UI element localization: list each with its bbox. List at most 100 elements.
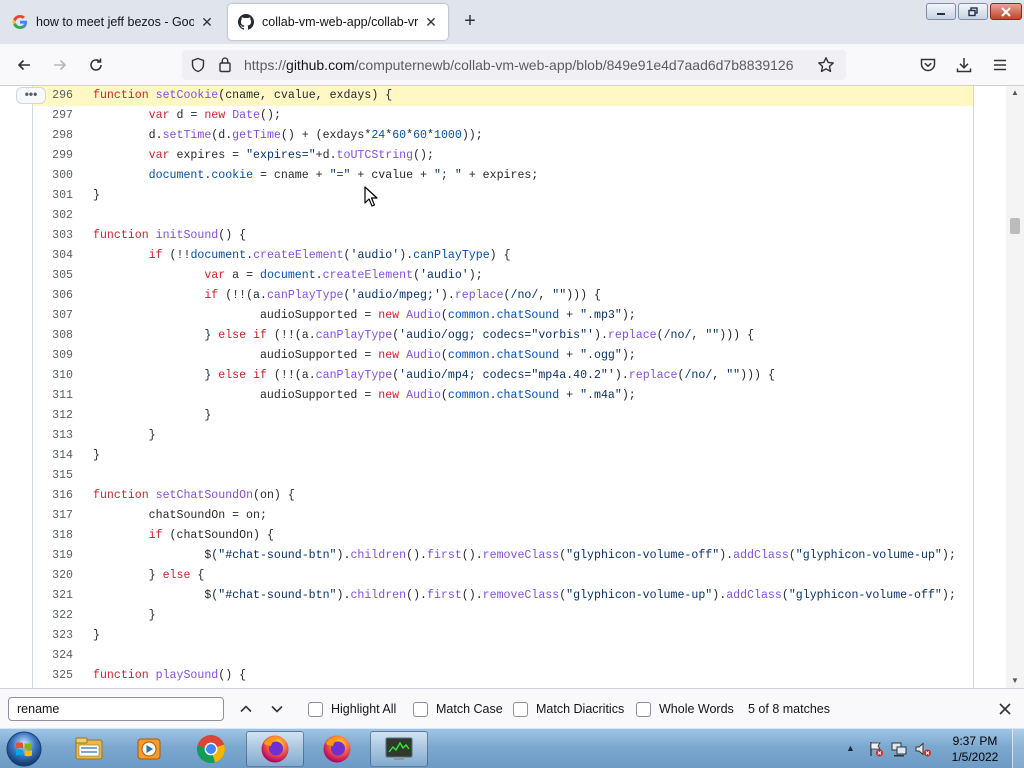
line-number[interactable]: 308 [33, 326, 73, 346]
line-number[interactable]: 324 [33, 646, 73, 666]
back-icon[interactable] [10, 51, 38, 79]
mouse-cursor-icon [364, 186, 378, 207]
scroll-up-icon[interactable]: ▲ [1009, 88, 1021, 98]
taskbar-firefox-2[interactable] [308, 731, 366, 767]
close-tab-icon[interactable]: ✕ [422, 13, 440, 31]
code-line: 324 [33, 646, 973, 666]
line-number[interactable]: 318 [33, 526, 73, 546]
line-code: $("#chat-sound-btn").children().first().… [93, 549, 956, 562]
network-icon[interactable] [890, 740, 908, 761]
downloads-icon[interactable] [950, 51, 978, 79]
line-number[interactable]: 320 [33, 566, 73, 586]
line-number[interactable]: 314 [33, 446, 73, 466]
tab-strip: how to meet jeff bezos - Google ✕ collab… [0, 0, 1024, 44]
line-number[interactable]: 302 [33, 206, 73, 226]
firefox-icon [323, 735, 351, 763]
code-line: 302 [33, 206, 973, 226]
clock-time[interactable]: 9:37 PM [952, 734, 998, 748]
code-line: 312 } [33, 406, 973, 426]
line-number[interactable]: 316 [33, 486, 73, 506]
find-input[interactable] [8, 697, 224, 721]
line-number[interactable]: 313 [33, 426, 73, 446]
close-find-bar-icon[interactable] [994, 698, 1016, 720]
volume-muted-icon[interactable] [914, 740, 932, 761]
new-tab-icon[interactable]: + [458, 10, 482, 34]
line-number[interactable]: 309 [33, 346, 73, 366]
taskbar-explorer[interactable] [60, 731, 118, 767]
tab-github-file[interactable]: collab-vm-web-app/collab-vm ✕ [228, 4, 448, 40]
tracking-protection-shield-icon[interactable] [190, 57, 206, 76]
line-number[interactable]: 299 [33, 146, 73, 166]
line-number[interactable]: 297 [33, 106, 73, 126]
url-text[interactable]: https://github.com/computernewb/collab-v… [244, 57, 804, 73]
show-desktop-button[interactable] [1012, 729, 1024, 768]
start-button[interactable] [4, 730, 44, 768]
match-diacritics-checkbox[interactable]: Match Diacritics [513, 700, 624, 718]
line-number[interactable]: 321 [33, 586, 73, 606]
line-code: var d = new Date(); [148, 109, 281, 122]
checkbox-icon[interactable] [636, 701, 651, 717]
forward-icon[interactable] [46, 51, 74, 79]
find-next-icon[interactable] [266, 699, 288, 719]
code-line: 305 var a = document.createElement('audi… [33, 266, 973, 286]
taskbar-task-manager[interactable] [370, 731, 428, 767]
line-code: function setChatSoundOn(on) { [93, 489, 295, 502]
line-number[interactable]: 301 [33, 186, 73, 206]
code-line: 298 d.setTime(d.getTime() + (exdays*24*6… [33, 126, 973, 146]
minimize-window-icon[interactable] [926, 3, 956, 20]
line-number[interactable]: 312 [33, 406, 73, 426]
reload-icon[interactable] [82, 51, 110, 79]
taskbar-media-player[interactable] [120, 731, 178, 767]
line-number[interactable]: 307 [33, 306, 73, 326]
vertical-scrollbar[interactable]: ▲ ▼ [1006, 86, 1024, 688]
hamburger-menu-icon[interactable] [986, 51, 1014, 79]
line-number[interactable]: 300 [33, 166, 73, 186]
line-number[interactable]: 319 [33, 546, 73, 566]
close-window-icon[interactable] [990, 3, 1022, 20]
checkbox-icon[interactable] [413, 701, 428, 717]
line-code: } [93, 409, 212, 422]
line-number[interactable]: 311 [33, 386, 73, 406]
line-number[interactable]: 325 [33, 666, 73, 686]
pocket-icon[interactable] [914, 51, 942, 79]
address-bar[interactable]: https://github.com/computernewb/collab-v… [182, 50, 846, 80]
whole-words-checkbox[interactable]: Whole Words [636, 700, 734, 718]
line-number[interactable]: 315 [33, 466, 73, 486]
scroll-thumb[interactable] [1010, 218, 1020, 234]
taskbar-chrome[interactable] [182, 731, 240, 767]
action-center-flag-icon[interactable] [868, 740, 884, 761]
taskbar-firefox-1[interactable] [246, 731, 304, 767]
scroll-down-icon[interactable]: ▼ [1009, 676, 1021, 686]
checkbox-icon[interactable] [308, 701, 323, 717]
code-line: 309 audioSupported = new Audio(common.ch… [33, 346, 973, 366]
line-options-button[interactable]: ••• [16, 87, 46, 104]
code-line: 296 function setCookie(cname, cvalue, exd… [33, 86, 973, 106]
google-icon [12, 14, 28, 30]
close-tab-icon[interactable]: ✕ [198, 13, 216, 31]
lock-icon[interactable] [218, 56, 232, 76]
code-line: 313 } [33, 426, 973, 446]
bookmark-star-icon[interactable] [812, 51, 840, 79]
code-line: 316 function setChatSoundOn(on) { [33, 486, 973, 506]
code-line: 322 } [33, 606, 973, 626]
line-code: } [93, 609, 156, 622]
highlight-all-checkbox[interactable]: Highlight All [308, 700, 396, 718]
find-previous-icon[interactable] [235, 699, 257, 719]
checkbox-icon[interactable] [513, 701, 528, 717]
match-case-checkbox[interactable]: Match Case [413, 700, 503, 718]
line-number[interactable]: 323 [33, 626, 73, 646]
line-number[interactable]: 304 [33, 246, 73, 266]
line-code: } [93, 449, 100, 462]
line-number[interactable]: 306 [33, 286, 73, 306]
line-number[interactable]: 322 [33, 606, 73, 626]
line-number[interactable]: 298 [33, 126, 73, 146]
code-line: 304 if (!!document.createElement('audio'… [33, 246, 973, 266]
line-number[interactable]: 303 [33, 226, 73, 246]
clock-date[interactable]: 1/5/2022 [946, 750, 1004, 764]
show-hidden-icons-icon[interactable]: ▲ [846, 743, 855, 753]
line-number[interactable]: 317 [33, 506, 73, 526]
tab-google-search[interactable]: how to meet jeff bezos - Google ✕ [2, 4, 224, 40]
line-number[interactable]: 310 [33, 366, 73, 386]
maximize-window-icon[interactable] [958, 3, 988, 20]
line-number[interactable]: 305 [33, 266, 73, 286]
